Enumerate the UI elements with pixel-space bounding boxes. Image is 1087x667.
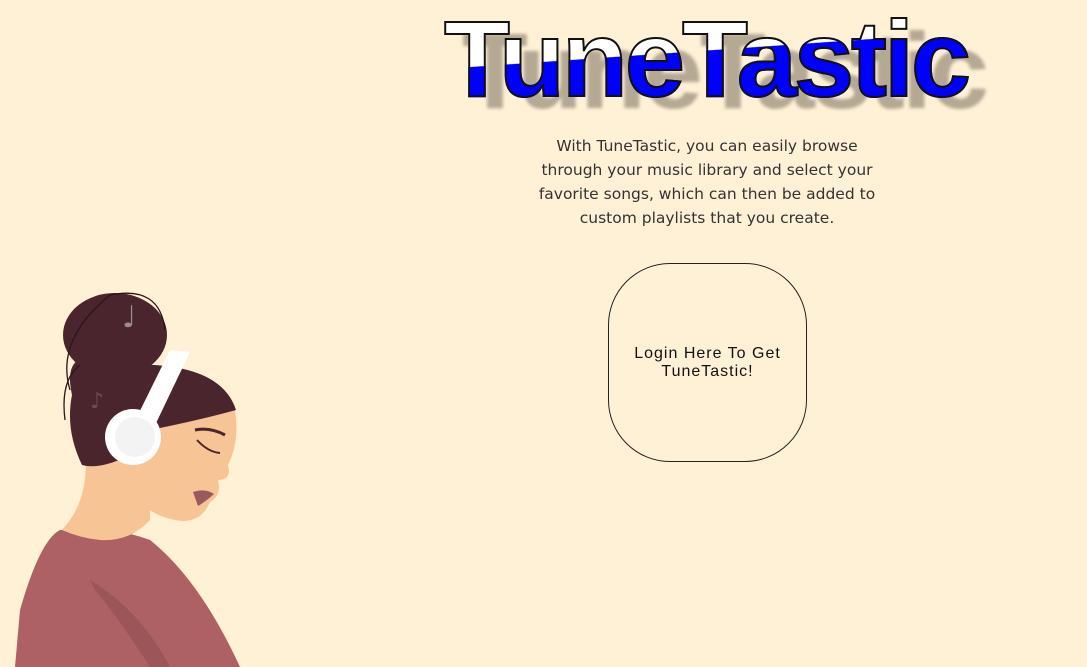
title-text: TuneTastic <box>443 0 972 119</box>
app-description: With TuneTastic, you can easily browse t… <box>538 137 876 227</box>
app-title: TuneTastic TuneTastic <box>440 0 989 126</box>
login-button[interactable]: Login Here To Get TuneTastic! <box>608 263 807 462</box>
music-note-icon: ♪ <box>90 389 104 414</box>
music-note-icon: ♩ <box>122 300 136 335</box>
woman-with-headphones-icon: ♩ ♪ <box>15 292 240 667</box>
